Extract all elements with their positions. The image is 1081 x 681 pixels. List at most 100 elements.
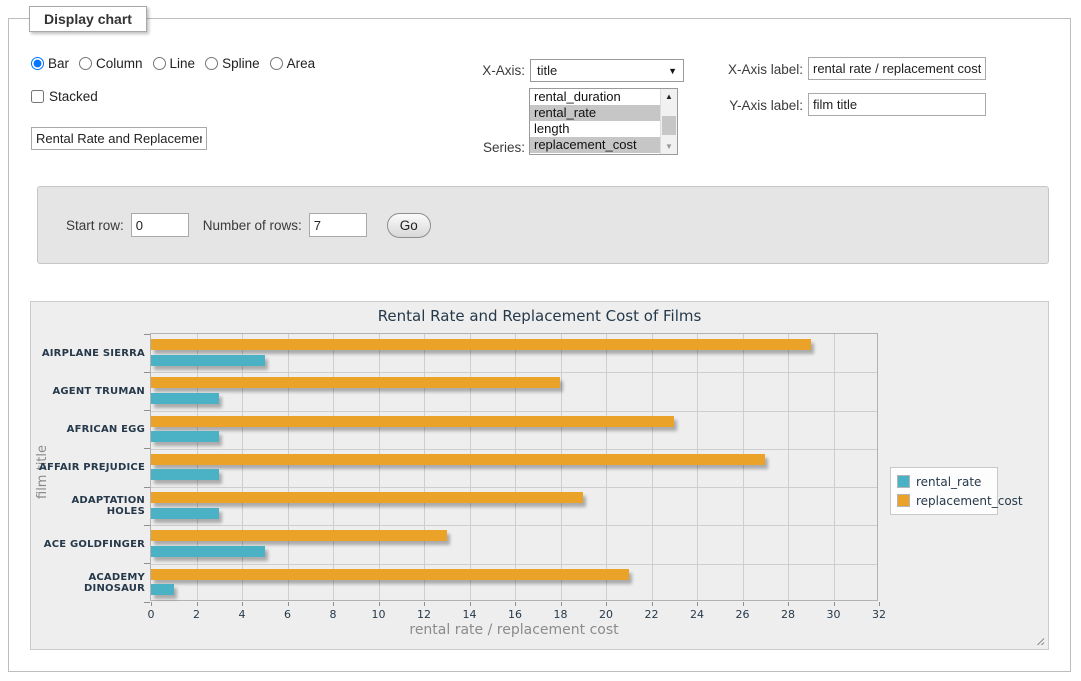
legend-label-rental_rate: rental_rate bbox=[916, 475, 981, 489]
category-label: ACADEMY DINOSAUR bbox=[33, 564, 145, 602]
bar-rental_rate bbox=[151, 584, 174, 595]
chart-type-option-bar[interactable]: Bar bbox=[31, 56, 69, 71]
bar-rental_rate bbox=[151, 431, 219, 442]
go-button[interactable]: Go bbox=[387, 213, 431, 238]
listbox-scrollbar[interactable]: ▲ ▼ bbox=[660, 89, 677, 154]
chart-type-radio-area[interactable] bbox=[270, 57, 283, 70]
x-tick-label: 22 bbox=[637, 608, 667, 621]
x-tick-mark bbox=[652, 602, 653, 606]
start-row-label: Start row: bbox=[66, 218, 124, 233]
chart-type-label-spline: Spline bbox=[222, 56, 260, 71]
x-tick-mark bbox=[197, 602, 198, 606]
x-tick-mark bbox=[424, 602, 425, 606]
start-row-input[interactable] bbox=[131, 213, 189, 237]
chart-x-axis-name: rental rate / replacement cost bbox=[150, 622, 878, 638]
x-tick-mark bbox=[242, 602, 243, 606]
stacked-checkbox[interactable] bbox=[31, 90, 44, 103]
gridline-vertical bbox=[424, 334, 425, 600]
bar-rental_rate bbox=[151, 355, 265, 366]
chart-type-radio-bar[interactable] bbox=[31, 57, 44, 70]
gridline-horizontal bbox=[151, 525, 877, 526]
x-tick-label: 14 bbox=[455, 608, 485, 621]
x-axis-label-input[interactable] bbox=[808, 57, 986, 80]
display-chart-fieldset: Display chart BarColumnLineSplineArea St… bbox=[8, 18, 1071, 672]
bar-rental_rate bbox=[151, 393, 219, 404]
x-tick-mark bbox=[743, 602, 744, 606]
scroll-up-icon[interactable]: ▲ bbox=[661, 89, 677, 104]
gridline-vertical bbox=[242, 334, 243, 600]
legend-item-replacement_cost: replacement_cost bbox=[897, 491, 991, 510]
x-axis-label-text: X-Axis: bbox=[459, 63, 525, 78]
bar-replacement_cost bbox=[151, 416, 674, 427]
gridline-vertical bbox=[697, 334, 698, 600]
category-label: ADAPTATION HOLES bbox=[33, 487, 145, 525]
chart-type-label-line: Line bbox=[170, 56, 196, 71]
x-tick-mark bbox=[333, 602, 334, 606]
gridline-vertical bbox=[606, 334, 607, 600]
bar-replacement_cost bbox=[151, 377, 560, 388]
x-tick-label: 4 bbox=[227, 608, 257, 621]
x-axis-label-field-label: X-Axis label: bbox=[715, 62, 803, 77]
num-rows-input[interactable] bbox=[309, 213, 367, 237]
gridline-vertical bbox=[470, 334, 471, 600]
series-option-rental_duration[interactable]: rental_duration bbox=[530, 89, 660, 105]
x-tick-mark bbox=[379, 602, 380, 606]
gridline-horizontal bbox=[151, 372, 877, 373]
plot-area: 02468101214161820222426283032AIRPLANE SI… bbox=[150, 333, 878, 601]
chart-type-label-area: Area bbox=[287, 56, 316, 71]
legend-item-rental_rate: rental_rate bbox=[897, 472, 991, 491]
x-tick-label: 16 bbox=[500, 608, 530, 621]
series-option-replacement_cost[interactable]: replacement_cost bbox=[530, 137, 660, 153]
x-axis-select[interactable]: title ▼ bbox=[530, 59, 684, 82]
gridline-vertical bbox=[561, 334, 562, 600]
x-tick-label: 26 bbox=[728, 608, 758, 621]
chart-type-radio-spline[interactable] bbox=[205, 57, 218, 70]
legend-swatch-replacement_cost bbox=[897, 494, 910, 507]
stacked-label: Stacked bbox=[49, 89, 98, 104]
chart-type-option-area[interactable]: Area bbox=[270, 56, 316, 71]
chart-type-radio-line[interactable] bbox=[153, 57, 166, 70]
x-tick-mark bbox=[470, 602, 471, 606]
gridline-vertical bbox=[743, 334, 744, 600]
chart-title: Rental Rate and Replacement Cost of Film… bbox=[31, 307, 1048, 325]
y-axis-label-input[interactable] bbox=[808, 93, 986, 116]
gridline-vertical bbox=[834, 334, 835, 600]
series-option-rental_rate[interactable]: rental_rate bbox=[530, 105, 660, 121]
chart-type-option-line[interactable]: Line bbox=[153, 56, 196, 71]
x-tick-label: 20 bbox=[591, 608, 621, 621]
series-listbox[interactable]: ▲ ▼ rental_durationrental_ratelengthrepl… bbox=[529, 88, 678, 155]
gridline-vertical bbox=[652, 334, 653, 600]
gridline-vertical bbox=[288, 334, 289, 600]
chart-legend: rental_rate replacement_cost bbox=[890, 467, 998, 515]
x-axis-selected-value: title bbox=[537, 63, 557, 78]
rows-panel: Start row: Number of rows: Go bbox=[37, 186, 1049, 264]
gridline-vertical bbox=[333, 334, 334, 600]
x-tick-mark bbox=[561, 602, 562, 606]
gridline-horizontal bbox=[151, 411, 877, 412]
x-tick-mark bbox=[151, 602, 152, 606]
scrollbar-thumb[interactable] bbox=[662, 116, 676, 135]
gridline-vertical bbox=[515, 334, 516, 600]
stacked-option[interactable]: Stacked bbox=[31, 89, 98, 104]
x-tick-label: 10 bbox=[364, 608, 394, 621]
bar-replacement_cost bbox=[151, 569, 629, 580]
category-label: ACE GOLDFINGER bbox=[33, 525, 145, 563]
resize-handle-icon[interactable] bbox=[1034, 635, 1044, 645]
chart-type-option-column[interactable]: Column bbox=[79, 56, 143, 71]
gridline-horizontal bbox=[151, 564, 877, 565]
x-tick-mark bbox=[834, 602, 835, 606]
x-tick-mark bbox=[788, 602, 789, 606]
series-label-text: Series: bbox=[459, 140, 525, 155]
chart-type-radios: Bar Column Line Spline Area bbox=[31, 56, 315, 71]
chart-type-radio-column[interactable] bbox=[79, 57, 92, 70]
fieldset-legend: Display chart bbox=[29, 6, 147, 32]
x-tick-label: 24 bbox=[682, 608, 712, 621]
x-tick-label: 6 bbox=[273, 608, 303, 621]
scroll-down-icon[interactable]: ▼ bbox=[661, 139, 677, 154]
x-tick-label: 30 bbox=[819, 608, 849, 621]
chart-type-option-spline[interactable]: Spline bbox=[205, 56, 260, 71]
x-tick-label: 8 bbox=[318, 608, 348, 621]
series-option-length[interactable]: length bbox=[530, 121, 660, 137]
chart-title-input[interactable] bbox=[31, 127, 207, 150]
gridline-vertical bbox=[788, 334, 789, 600]
